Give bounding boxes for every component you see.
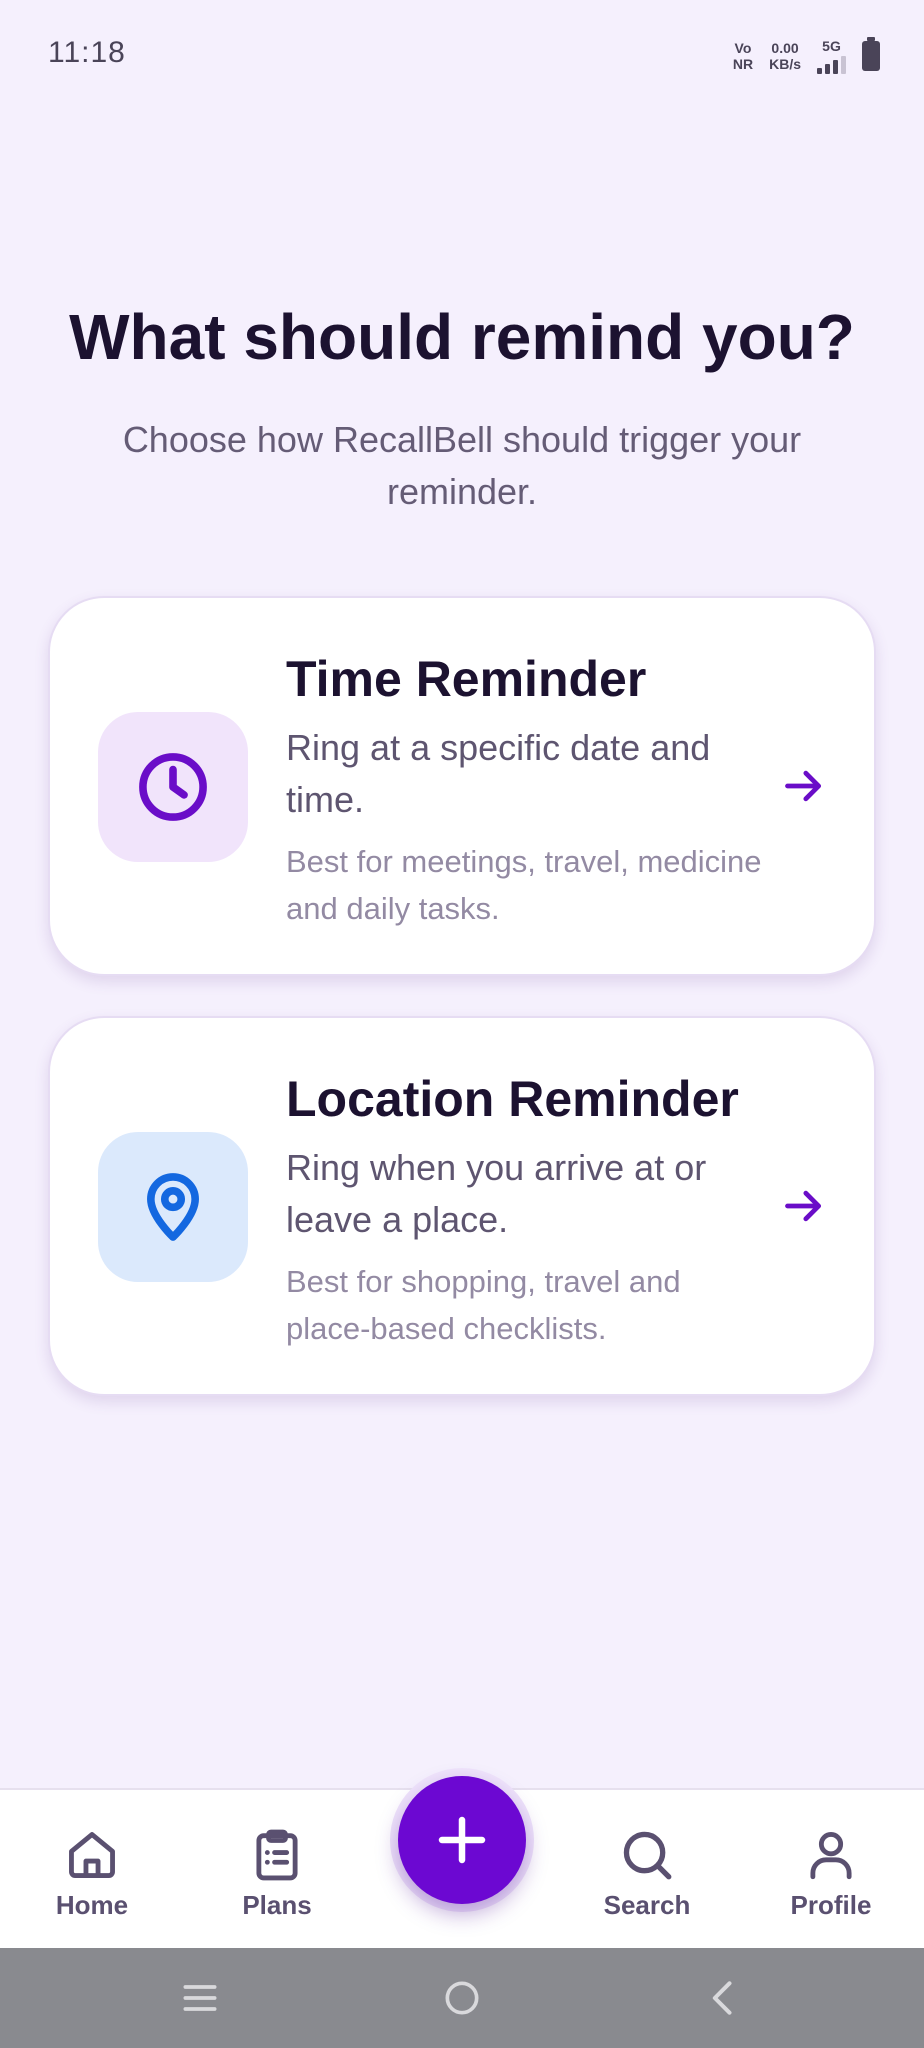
user-icon: [810, 1832, 852, 1880]
time-reminder-title: Time Reminder: [286, 651, 647, 707]
nav-label-plans: Plans: [242, 1890, 312, 1920]
net-type-top: Vo: [734, 40, 752, 56]
page-title: What should remind you?: [69, 301, 855, 373]
nav-item-search[interactable]: Search: [577, 1826, 717, 1921]
page-subtitle: Choose how RecallBell should trigger you…: [122, 419, 802, 512]
net-type-bottom: NR: [732, 56, 754, 72]
nav-item-profile[interactable]: Profile: [761, 1826, 901, 1921]
speed-value: 0.00: [771, 40, 799, 56]
battery-icon: [862, 37, 880, 71]
time-reminder-card[interactable]: Time Reminder Ring at a specific date an…: [48, 596, 876, 976]
arrow-right-icon: [785, 1190, 822, 1222]
location-reminder-title: Location Reminder: [286, 1071, 739, 1127]
location-reminder-description: Ring when you arrive at or leave a place…: [286, 1147, 707, 1240]
arrow-right-icon: [785, 770, 822, 802]
status-bar: 11:18 Vo NR 0.00 KB/s 5G: [0, 0, 924, 110]
plus-icon: [438, 1816, 486, 1864]
nav-label-home: Home: [55, 1890, 129, 1920]
network-label: 5G: [822, 38, 841, 54]
back-icon[interactable]: [702, 1976, 746, 2020]
volte-indicator: Vo NR: [733, 40, 753, 72]
speed-unit: KB/s: [769, 56, 801, 72]
nav-label-search: Search: [603, 1890, 691, 1920]
time-reminder-description: Ring at a specific date and time.: [286, 727, 711, 820]
search-icon: [623, 1831, 672, 1880]
nav-item-plans[interactable]: Plans: [207, 1826, 347, 1921]
system-nav-bar: [0, 1948, 924, 2048]
status-indicators: Vo NR 0.00 KB/s 5G: [733, 37, 880, 74]
map-pin-icon: [147, 1173, 199, 1241]
status-time: 11:18: [48, 36, 126, 69]
time-icon-box: [98, 712, 248, 862]
location-reminder-note: Best for shopping, travel and place-base…: [286, 1264, 681, 1346]
home-icon: [69, 1832, 115, 1878]
nav-item-home[interactable]: Home: [22, 1826, 162, 1921]
signal-icon: [817, 54, 846, 74]
network-speed: 0.00 KB/s: [769, 40, 801, 72]
add-reminder-button[interactable]: [398, 1776, 526, 1904]
network-type: 5G: [817, 38, 846, 74]
home-button-icon[interactable]: [440, 1976, 484, 2020]
time-reminder-note: Best for meetings, travel, medicine and …: [286, 844, 762, 926]
recents-icon[interactable]: [178, 1976, 222, 2020]
clock-icon: [139, 753, 207, 821]
location-icon-box: [98, 1132, 248, 1282]
location-reminder-card[interactable]: Location Reminder Ring when you arrive a…: [48, 1016, 876, 1396]
nav-label-profile: Profile: [790, 1890, 872, 1920]
clipboard-icon: [256, 1829, 298, 1881]
